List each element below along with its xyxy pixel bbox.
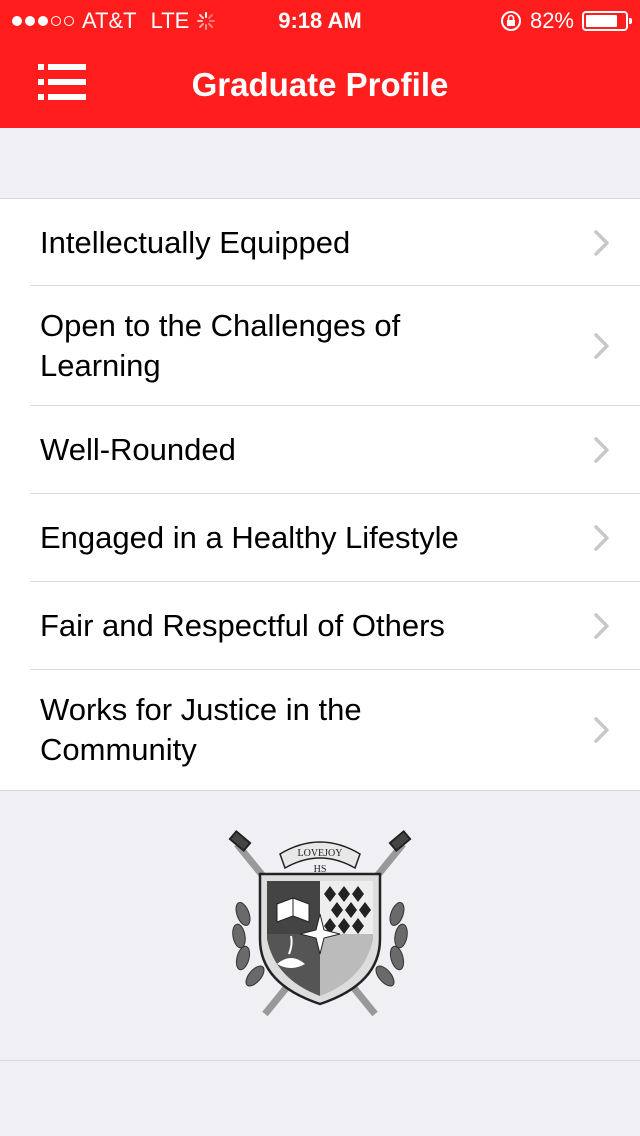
list-item-label: Well-Rounded — [40, 432, 236, 467]
chevron-right-icon — [594, 229, 609, 256]
battery-fill — [586, 15, 617, 27]
chevron-right-icon — [594, 437, 609, 463]
crest-banner-text: LOVEJOY — [298, 848, 343, 859]
list-item-label: Open to the Challenges of Learning — [40, 308, 401, 383]
list-item[interactable]: Works for Justice in the Community — [0, 670, 640, 790]
chevron-right-icon — [594, 717, 609, 743]
navigation-bar: Graduate Profile — [0, 40, 640, 128]
list-item-label: Engaged in a Healthy Lifestyle — [40, 520, 459, 555]
battery-percent: 82% — [529, 8, 574, 33]
list-item[interactable]: Engaged in a Healthy Lifestyle — [0, 494, 640, 582]
list-item[interactable]: Fair and Respectful of Others — [0, 582, 640, 670]
chevron-right-icon — [594, 333, 609, 359]
rotation-lock-icon — [500, 11, 521, 31]
list-item[interactable]: Open to the Challenges of Learning — [0, 286, 640, 406]
status-right: 82% — [500, 8, 632, 34]
bottom-divider — [0, 1060, 640, 1061]
school-crest-logo: LOVEJOY HS — [228, 829, 412, 1017]
profile-list: Intellectually Equipped Open to the Chal… — [0, 198, 640, 791]
chevron-right-icon — [594, 525, 609, 551]
battery-icon — [582, 11, 632, 31]
page-title: Graduate Profile — [191, 66, 449, 103]
list-item-label: Intellectually Equipped — [40, 224, 351, 260]
status-bar: AT&T LTE 9:18 AM 82% — [0, 0, 640, 40]
list-item-label: Works for Justice in the Community — [40, 692, 362, 767]
list-item-label: Fair and Respectful of Others — [40, 608, 445, 643]
top-bar: AT&T LTE 9:18 AM 82% Graduate Profile — [0, 0, 640, 128]
chevron-right-icon — [594, 613, 609, 639]
list-item[interactable]: Intellectually Equipped — [0, 199, 640, 286]
list-item[interactable]: Well-Rounded — [0, 406, 640, 494]
